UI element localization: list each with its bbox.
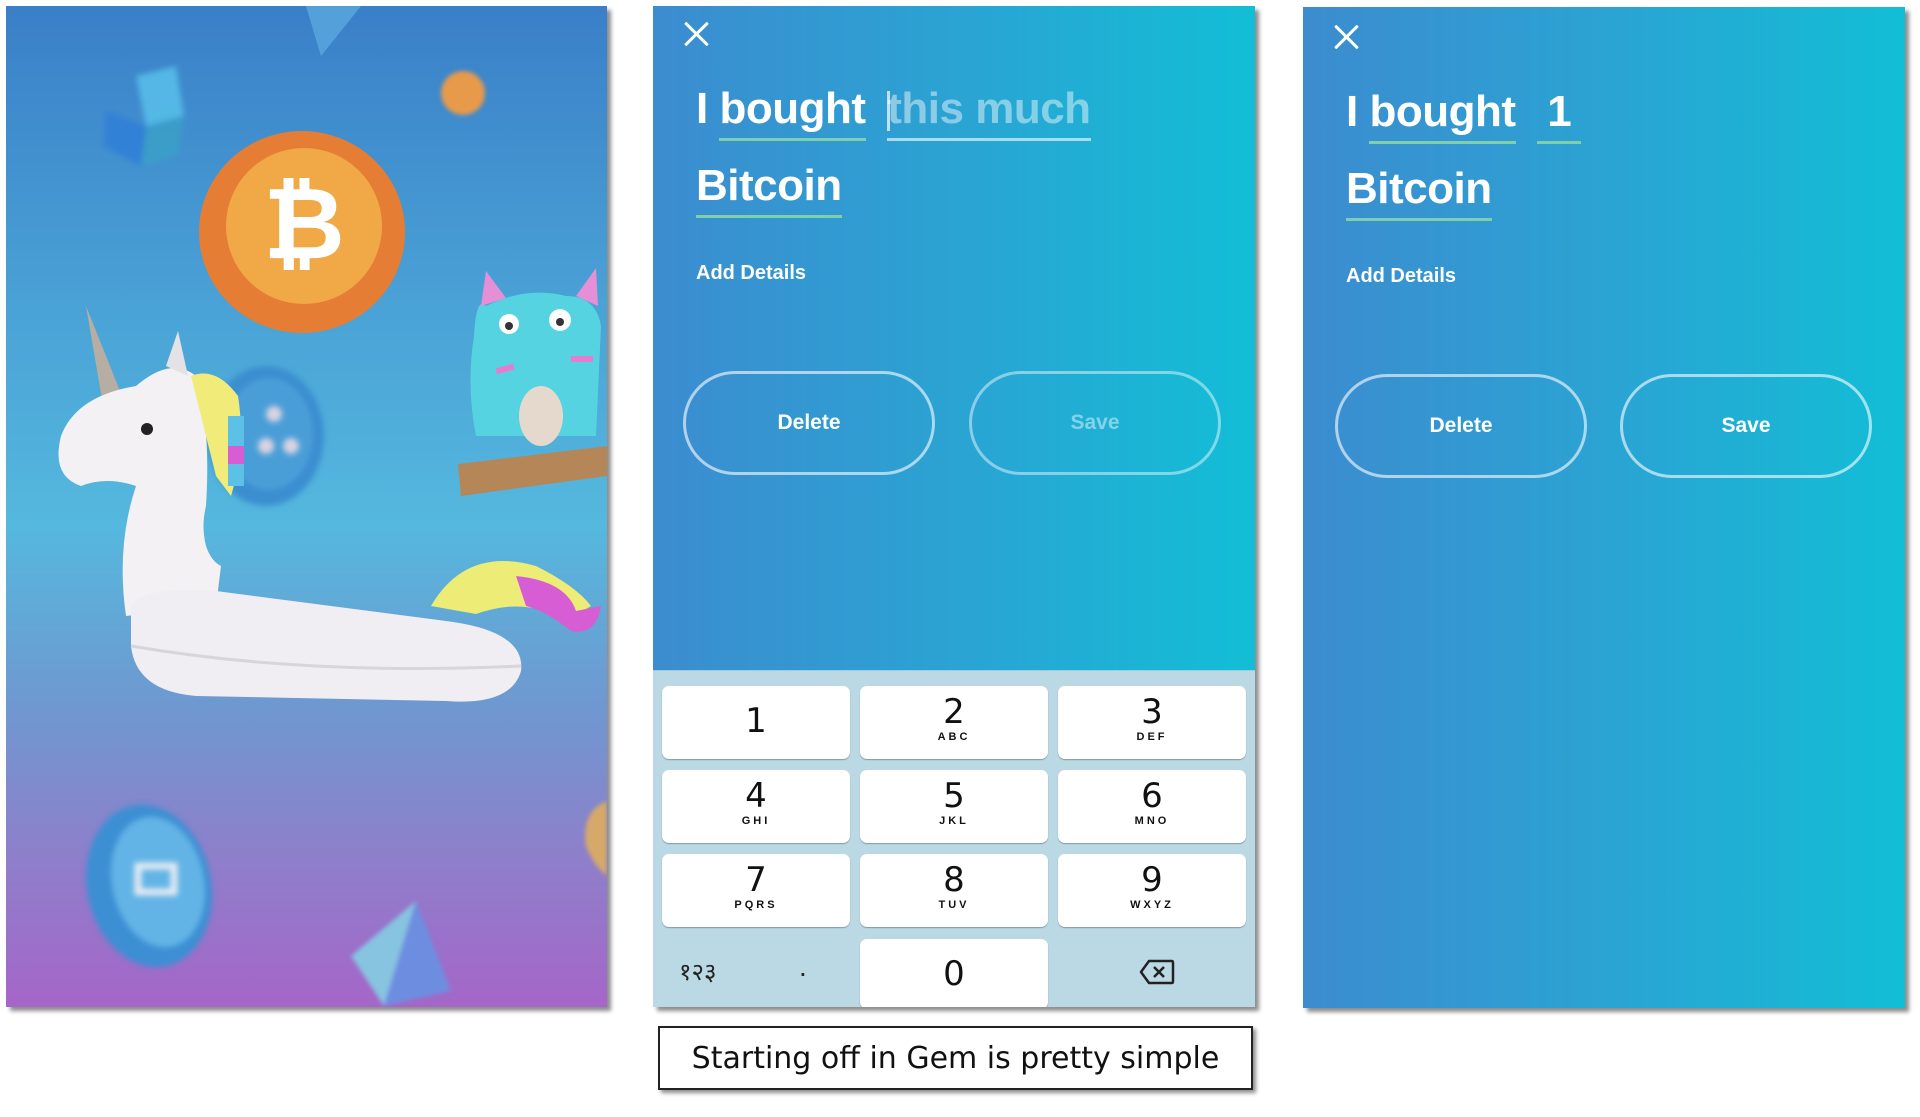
- amount-input[interactable]: 1: [1537, 88, 1582, 144]
- delete-button[interactable]: Delete: [683, 371, 935, 475]
- key-letters: WXYZ: [1130, 899, 1174, 911]
- add-details-link[interactable]: Add Details: [696, 262, 806, 285]
- key-0[interactable]: 0: [860, 939, 1048, 1007]
- alt-numerals-key[interactable]: १२३: [679, 955, 716, 988]
- orange-ball-icon: [441, 71, 485, 115]
- key-letters: TUV: [938, 899, 970, 911]
- key-4[interactable]: 4 GHI: [662, 770, 850, 843]
- key-6[interactable]: 6 MNO: [1058, 770, 1246, 843]
- asset-selector[interactable]: Bitcoin: [1346, 165, 1492, 221]
- key-letters: ABC: [937, 731, 971, 743]
- purchase-sentence: I bought 1: [1346, 87, 1582, 144]
- key-digit: 6: [1141, 776, 1163, 816]
- key-digit: 4: [745, 776, 767, 816]
- purchase-entry-screen: I bought this much Bitcoin Add Details D…: [653, 6, 1255, 1007]
- bitcoin-coin-icon: ₿: [199, 131, 405, 333]
- key-2[interactable]: 2 ABC: [860, 686, 1048, 759]
- add-details-link[interactable]: Add Details: [1346, 265, 1456, 288]
- key-digit: 7: [745, 860, 767, 900]
- key-9[interactable]: 9 WXYZ: [1058, 854, 1246, 927]
- key-letters: PQRS: [734, 899, 778, 911]
- close-icon[interactable]: [1333, 23, 1361, 51]
- key-1[interactable]: 1: [662, 686, 850, 759]
- amount-placeholder: this much: [887, 84, 1091, 133]
- cookie-icon: [585, 801, 607, 876]
- key-letters: GHI: [741, 815, 771, 827]
- backspace-icon[interactable]: [1139, 959, 1175, 990]
- key-letters: DEF: [1136, 731, 1168, 743]
- welcome-illustration: ₿: [6, 6, 607, 1007]
- key-digit: 9: [1141, 860, 1163, 900]
- figure-caption: Starting off in Gem is pretty simple: [658, 1026, 1253, 1090]
- dash-coin-icon: [86, 804, 212, 968]
- close-icon[interactable]: [683, 20, 711, 48]
- purchase-filled-screen: I bought 1 Bitcoin Add Details Delete Sa…: [1303, 7, 1905, 1008]
- amount-input[interactable]: this much: [887, 84, 1091, 141]
- cube-icon: [104, 66, 184, 166]
- key-3[interactable]: 3 DEF: [1058, 686, 1246, 759]
- delete-button[interactable]: Delete: [1335, 374, 1587, 478]
- verb-selector[interactable]: bought: [1369, 88, 1516, 144]
- key-digit: 0: [943, 954, 965, 994]
- illustration-art: ₿: [58, 6, 607, 1006]
- key-7[interactable]: 7 PQRS: [662, 854, 850, 927]
- svg-text:₿: ₿: [263, 165, 345, 282]
- key-letters: MNO: [1134, 815, 1170, 827]
- purchase-sentence: I bought this much: [696, 84, 1091, 141]
- crystal-icon: [351, 901, 451, 1006]
- asset-selector[interactable]: Bitcoin: [696, 162, 842, 218]
- key-digit: 8: [943, 860, 965, 900]
- save-button[interactable]: Save: [969, 371, 1221, 475]
- key-digit: 5: [943, 776, 965, 816]
- key-8[interactable]: 8 TUV: [860, 854, 1048, 927]
- sentence-prefix: I: [696, 84, 708, 133]
- gem-crystal-icon: [306, 6, 361, 56]
- key-letters: JKL: [939, 815, 969, 827]
- verb-selector[interactable]: bought: [719, 85, 866, 141]
- text-caret: [887, 91, 891, 131]
- save-button[interactable]: Save: [1620, 374, 1872, 478]
- cryptokitty-icon: [458, 268, 607, 496]
- key-digit: 2: [943, 692, 965, 732]
- numeric-keypad: 1 2 ABC 3 DEF 4 GHI 5 JKL 6 MNO 7 PQRS 8…: [653, 670, 1255, 1007]
- sentence-prefix: I: [1346, 87, 1358, 136]
- decimal-key[interactable]: .: [799, 951, 807, 983]
- key-digit: 1: [745, 701, 767, 741]
- key-5[interactable]: 5 JKL: [860, 770, 1048, 843]
- key-digit: 3: [1141, 692, 1163, 732]
